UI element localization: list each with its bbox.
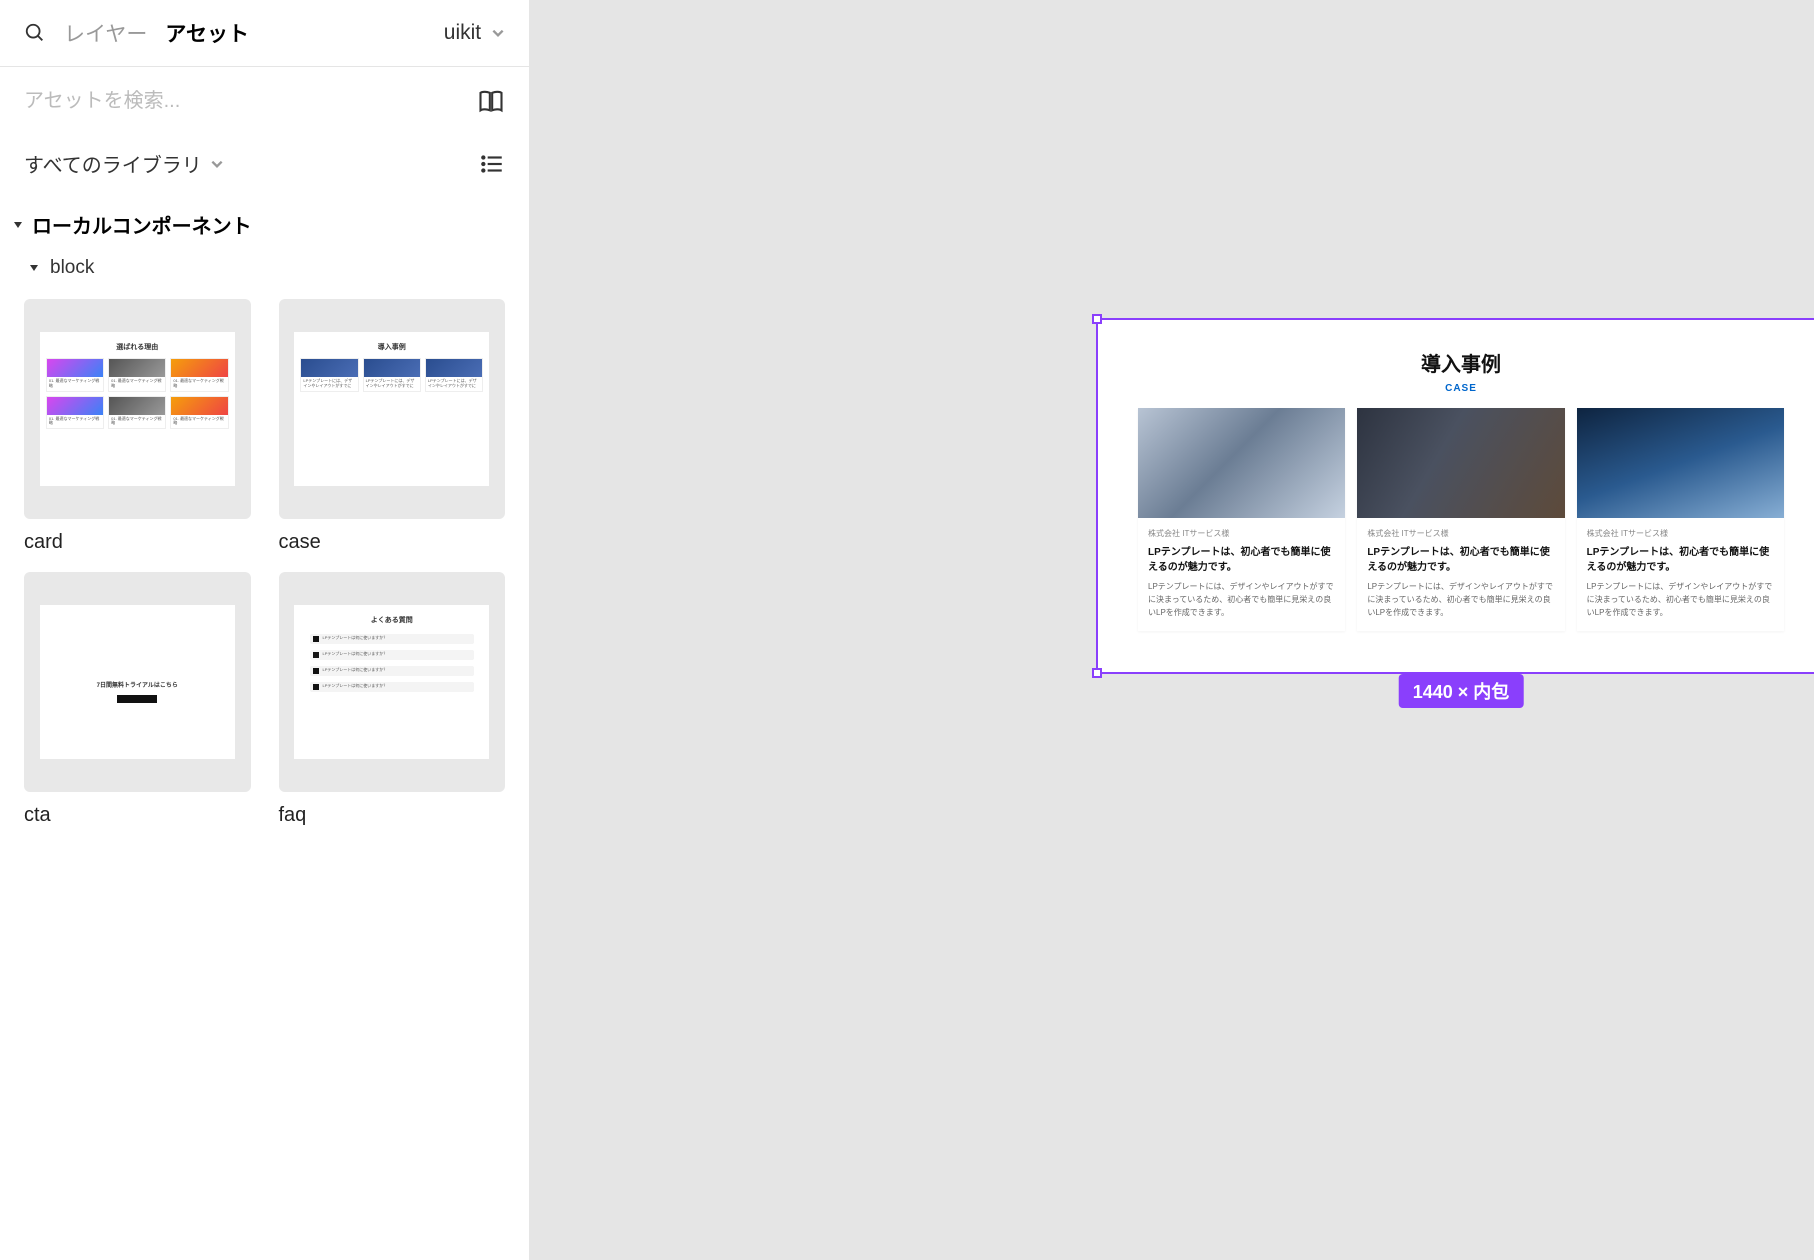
asset-search-row — [0, 67, 529, 135]
component-faq[interactable]: よくある質問 LPテンプレートは何に使いますか？ LPテンプレートは何に使います… — [279, 572, 506, 827]
case-card-row: 株式会社 ITサービス様 LPテンプレートは、初心者でも簡単に使えるのが魅力です… — [1138, 408, 1784, 631]
case-desc: LPテンプレートには、デザインやレイアウトがすでに決まっているため、初心者でも簡… — [1367, 581, 1554, 619]
chevron-down-icon — [491, 26, 505, 40]
mini-title: よくある質問 — [371, 615, 413, 625]
component-thumbnail: 選ばれる理由 01. 最適なマーケティング戦略01. 最適なマーケティング戦略0… — [24, 299, 251, 519]
case-image — [1357, 408, 1564, 518]
chevron-down-icon — [210, 157, 224, 171]
resize-handle-bl[interactable] — [1092, 668, 1102, 678]
tab-assets[interactable]: アセット — [165, 18, 249, 48]
case-title: LPテンプレートは、初心者でも簡単に使えるのが魅力です。 — [1367, 545, 1554, 575]
component-label: faq — [279, 804, 506, 827]
component-thumbnail: 導入事例 LPテンプレートには、デザインやレイアウトがすでにLPテンプレートには… — [279, 299, 506, 519]
case-company: 株式会社 ITサービス様 — [1587, 528, 1774, 539]
component-case[interactable]: 導入事例 LPテンプレートには、デザインやレイアウトがすでにLPテンプレートには… — [279, 299, 506, 554]
file-name-label: uikit — [444, 21, 481, 44]
component-label: cta — [24, 804, 251, 827]
frame-subtitle: CASE — [1445, 383, 1477, 394]
mini-button — [117, 695, 157, 703]
component-cta[interactable]: 7日間無料トライアルはこちら cta — [24, 572, 251, 827]
folder-block[interactable]: block — [0, 247, 529, 293]
library-icon[interactable] — [477, 87, 505, 115]
folder-label: block — [50, 257, 94, 279]
canvas[interactable]: 導入事例 CASE 株式会社 ITサービス様 LPテンプレートは、初心者でも簡単… — [530, 0, 1814, 1260]
frame-case-block: 導入事例 CASE 株式会社 ITサービス様 LPテンプレートは、初心者でも簡単… — [1098, 320, 1814, 672]
mini-title: 導入事例 — [378, 342, 406, 352]
resize-handle-tl[interactable] — [1092, 314, 1102, 324]
component-thumbnail: 7日間無料トライアルはこちら — [24, 572, 251, 792]
section-label: ローカルコンポーネント — [32, 210, 252, 239]
case-image — [1577, 408, 1784, 518]
case-card: 株式会社 ITサービス様 LPテンプレートは、初心者でも簡単に使えるのが魅力です… — [1138, 408, 1345, 631]
selected-frame[interactable]: 導入事例 CASE 株式会社 ITサービス様 LPテンプレートは、初心者でも簡単… — [1096, 318, 1814, 674]
dimensions-badge: 1440 × 内包 — [1399, 674, 1524, 708]
case-desc: LPテンプレートには、デザインやレイアウトがすでに決まっているため、初心者でも簡… — [1587, 581, 1774, 619]
component-card[interactable]: 選ばれる理由 01. 最適なマーケティング戦略01. 最適なマーケティング戦略0… — [24, 299, 251, 554]
triangle-down-icon — [12, 219, 24, 231]
mini-title: 選ばれる理由 — [116, 342, 158, 352]
left-panel: レイヤー アセット uikit すべてのライブラリ ローカルコンポーネント — [0, 0, 530, 1260]
mini-title: 7日間無料トライアルはこちら — [97, 680, 178, 689]
panel-header: レイヤー アセット uikit — [0, 0, 529, 67]
case-title: LPテンプレートは、初心者でも簡単に使えるのが魅力です。 — [1587, 545, 1774, 575]
component-grid: 選ばれる理由 01. 最適なマーケティング戦略01. 最適なマーケティング戦略0… — [0, 293, 529, 833]
case-company: 株式会社 ITサービス様 — [1148, 528, 1335, 539]
case-card: 株式会社 ITサービス様 LPテンプレートは、初心者でも簡単に使えるのが魅力です… — [1357, 408, 1564, 631]
search-icon[interactable] — [24, 22, 46, 44]
case-image — [1138, 408, 1345, 518]
case-company: 株式会社 ITサービス様 — [1367, 528, 1554, 539]
component-thumbnail: よくある質問 LPテンプレートは何に使いますか？ LPテンプレートは何に使います… — [279, 572, 506, 792]
list-view-icon[interactable] — [479, 151, 505, 177]
case-desc: LPテンプレートには、デザインやレイアウトがすでに決まっているため、初心者でも簡… — [1148, 581, 1335, 619]
section-local-components[interactable]: ローカルコンポーネント — [0, 192, 529, 247]
asset-search-input[interactable] — [24, 90, 465, 113]
library-filter-label: すべてのライブラリ — [24, 149, 202, 178]
library-filter-row[interactable]: すべてのライブラリ — [0, 135, 529, 192]
case-card: 株式会社 ITサービス様 LPテンプレートは、初心者でも簡単に使えるのが魅力です… — [1577, 408, 1784, 631]
file-dropdown[interactable]: uikit — [444, 21, 505, 45]
frame-title: 導入事例 — [1421, 348, 1501, 377]
tab-layers[interactable]: レイヤー — [64, 18, 147, 48]
triangle-down-icon — [28, 262, 40, 274]
component-label: card — [24, 531, 251, 554]
component-label: case — [279, 531, 506, 554]
case-title: LPテンプレートは、初心者でも簡単に使えるのが魅力です。 — [1148, 545, 1335, 575]
